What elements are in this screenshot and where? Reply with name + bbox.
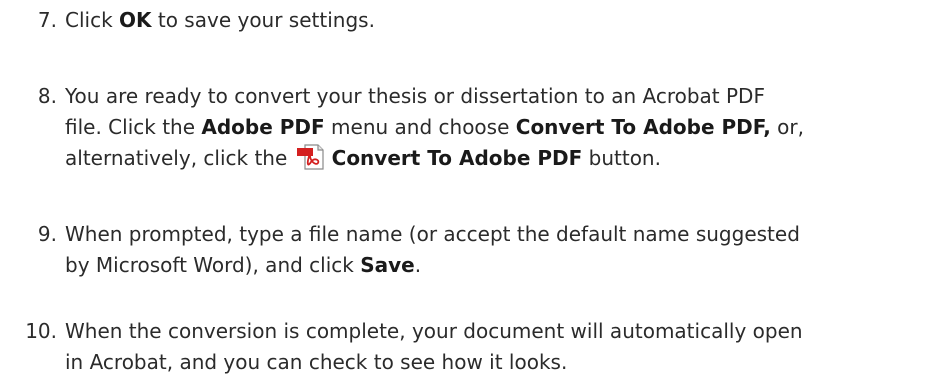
step-number: 7. <box>37 8 57 32</box>
ok-term: OK <box>119 8 152 32</box>
step-number: 8. <box>37 84 57 108</box>
step-number: 9. <box>37 222 57 246</box>
adobe-pdf-menu-term: Adobe PDF <box>201 115 325 139</box>
save-term: Save <box>360 253 415 277</box>
convert-to-adobe-pdf-term: Convert To Adobe PDF, <box>515 115 771 139</box>
instruction-steps: 7. Click OK to save your settings. 8. Yo… <box>0 0 941 386</box>
adobe-pdf-convert-icon <box>296 143 326 171</box>
step-number: 10. <box>25 319 57 343</box>
step-text: You are ready to convert your thesis or … <box>65 84 804 171</box>
step-text: When prompted, type a file name (or acce… <box>65 222 800 277</box>
step-text: When the conversion is complete, your do… <box>65 319 803 374</box>
step-text: Click OK to save your settings. <box>65 8 375 32</box>
convert-to-adobe-pdf-button-term: Convert To Adobe PDF <box>331 146 583 170</box>
